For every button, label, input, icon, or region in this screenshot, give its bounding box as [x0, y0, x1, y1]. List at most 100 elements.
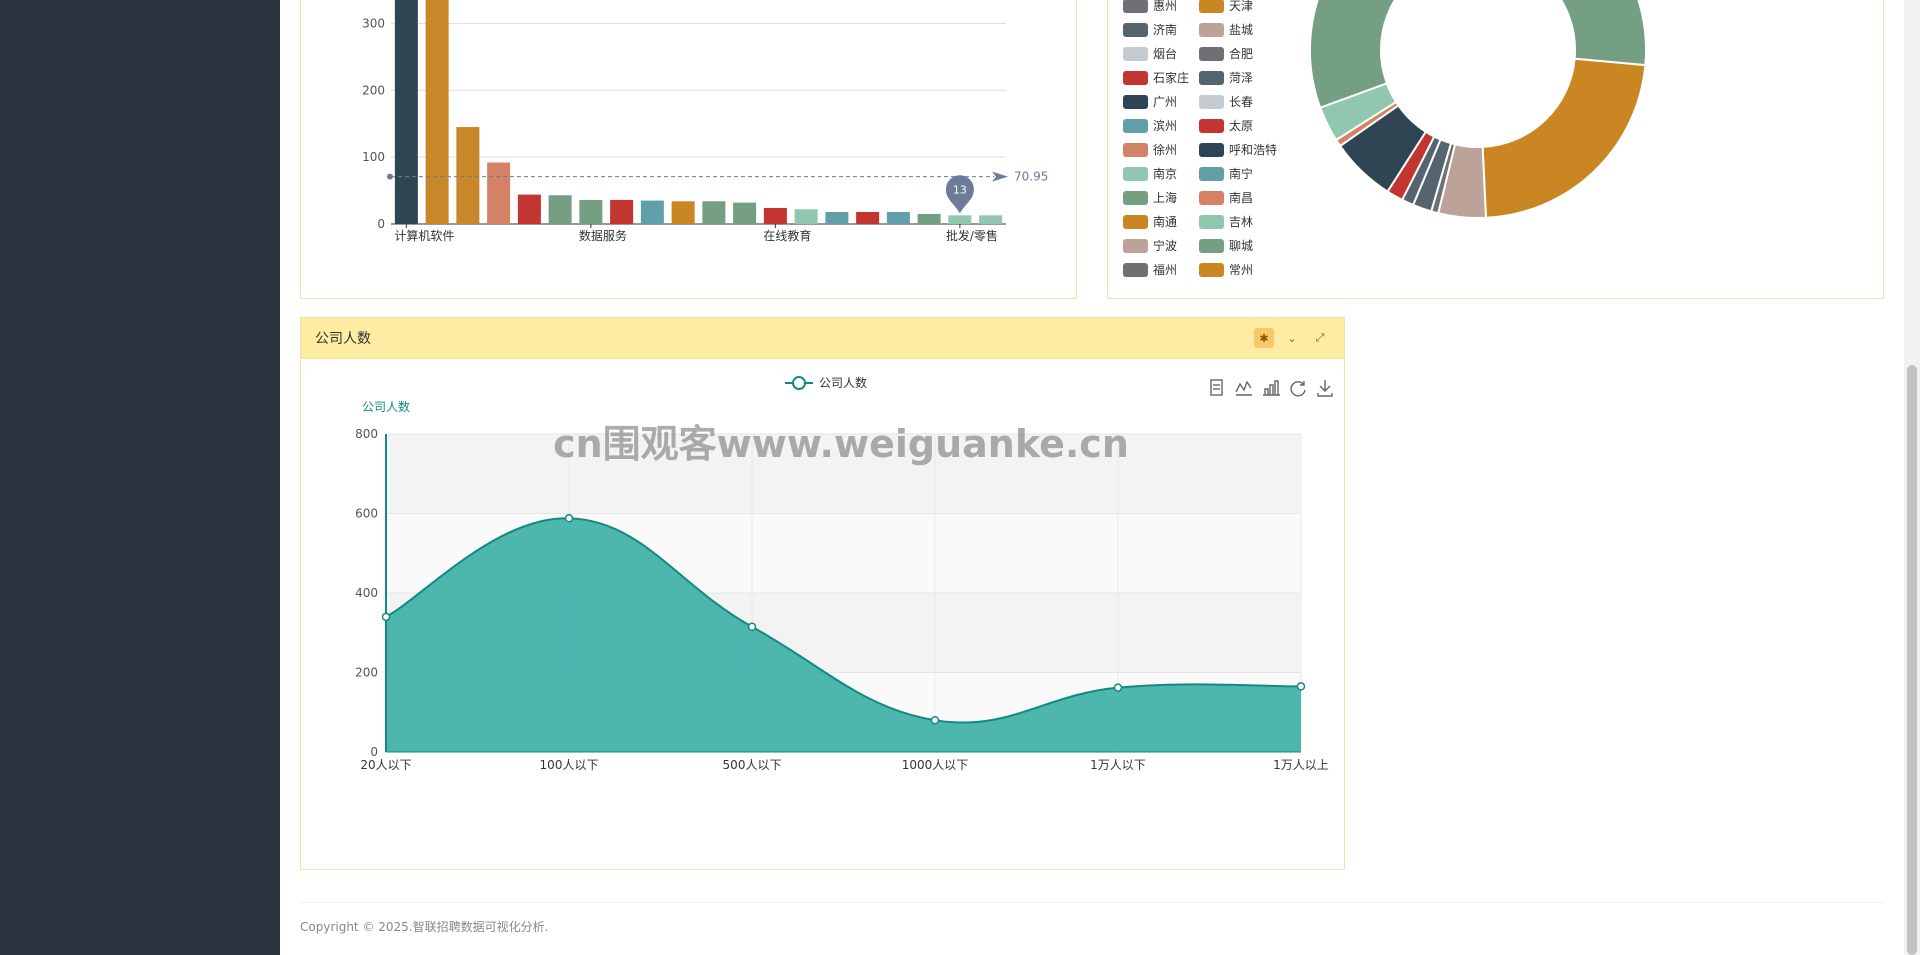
bar — [886, 211, 910, 224]
legend-label: 徐州 — [1153, 142, 1177, 157]
legend-label: 惠州 — [1153, 0, 1177, 13]
x-tick-label: 100人以下 — [540, 758, 599, 772]
bar — [917, 213, 941, 224]
y-tick-label: 200 — [355, 666, 378, 680]
x-tick-label: 500人以下 — [723, 758, 782, 772]
legend-swatch — [1123, 71, 1148, 85]
icon-part — [1290, 381, 1306, 397]
legend-label: 常州 — [1229, 263, 1253, 277]
legend-label: 南通 — [1153, 214, 1177, 229]
data-view-icon[interactable] — [1210, 379, 1223, 396]
main-content: 0 100 200 300 计算机软件 数据服务 在线教育 批发/零售 70.95 13 惠州 天津… — [280, 0, 1904, 955]
legend-label: 南宁 — [1229, 166, 1253, 181]
city-donut-chart: 惠州 天津济南 盐城烟台 合肥石家庄 菏泽广州 长春滨州 太原徐州 呼和浩特南京 南宁上海 南昌南… — [1123, 0, 1647, 277]
y-axis-name: 公司人数 — [362, 399, 410, 414]
pie-slice — [1559, 0, 1647, 67]
legend-swatch — [1199, 95, 1224, 109]
panel-header: 公司人数 ✱ ⌄ ⤢ — [301, 318, 1344, 359]
legend-swatch — [1123, 0, 1148, 13]
x-tick-label: 在线教育 — [763, 228, 811, 243]
legend-swatch — [1199, 119, 1224, 133]
bar — [979, 215, 1003, 224]
bar — [425, 0, 449, 224]
legend-swatch — [1123, 263, 1148, 277]
page-scrollbar[interactable] — [1904, 0, 1920, 955]
y-tick-label: 300 — [362, 16, 385, 30]
footer-copyright: Copyright © 2025.智联招聘数据可视化分析. — [300, 920, 549, 934]
legend-label: 南昌 — [1229, 190, 1253, 205]
bar-chart-icon[interactable] — [1263, 380, 1280, 396]
y-tick-label: 400 — [355, 586, 378, 600]
refresh-icon[interactable] — [1290, 381, 1306, 397]
bar — [794, 209, 818, 224]
company-size-panel: 公司人数 ✱ ⌄ ⤢ 公司人数 公司人数 0 200 400 600 800 20人以下 100… — [300, 317, 1345, 870]
legend-swatch — [1199, 71, 1224, 85]
legend-label: 天津 — [1229, 0, 1253, 13]
legend-swatch — [1123, 23, 1148, 37]
x-tick-label: 20人以下 — [360, 758, 411, 772]
line-chart-icon[interactable] — [1235, 380, 1252, 396]
y-tick-label: 100 — [362, 150, 385, 164]
legend-swatch — [1199, 215, 1224, 229]
expand-icon[interactable]: ⤢ — [1310, 328, 1330, 348]
markline-arrow — [992, 171, 1008, 182]
legend-symbol — [792, 376, 806, 390]
settings-icon[interactable]: ✱ — [1254, 328, 1274, 348]
bar — [394, 0, 418, 224]
data-point — [564, 514, 574, 523]
legend-label: 菏泽 — [1229, 71, 1253, 85]
bar — [487, 162, 511, 224]
industry-bar-panel: 0 100 200 300 计算机软件 数据服务 在线教育 批发/零售 70.95 13 — [300, 0, 1077, 299]
panel-title: 公司人数 — [315, 331, 371, 347]
legend-label: 石家庄 — [1153, 70, 1189, 85]
company-size-area-chart: 公司人数公司人数020040060080020人以下 100人以下 500人以下 10… — [355, 375, 1333, 772]
legend-label: 太原 — [1229, 118, 1253, 133]
bar — [733, 202, 757, 224]
x-tick-label: 1万人以下 — [1090, 758, 1146, 772]
legend-label: 广州 — [1153, 95, 1177, 109]
legend-label: 宁波 — [1153, 238, 1177, 253]
icon-part — [1317, 380, 1333, 397]
x-tick-label: 数据服务 — [579, 228, 627, 243]
bar — [763, 207, 787, 224]
legend-label: 济南 — [1153, 22, 1177, 37]
data-point — [381, 612, 391, 622]
chevron-down-icon[interactable]: ⌄ — [1282, 328, 1302, 348]
data-point — [1113, 683, 1123, 692]
x-tick-label: 批发/零售 — [946, 228, 998, 243]
bar — [671, 201, 695, 224]
legend-swatch — [1123, 167, 1148, 181]
icon-part — [1235, 380, 1252, 396]
data-point — [747, 622, 757, 632]
legend-swatch — [1199, 191, 1224, 205]
legend-label: 南京 — [1153, 166, 1177, 181]
data-point — [930, 715, 940, 725]
y-tick-label: 600 — [355, 507, 378, 521]
legend-swatch — [1199, 0, 1224, 13]
legend-label: 公司人数 — [819, 375, 867, 390]
download-icon[interactable] — [1317, 380, 1333, 397]
legend-swatch — [1123, 119, 1148, 133]
legend-label: 吉林 — [1229, 215, 1253, 229]
watermark: cn围观客www.weiguanke.cn — [553, 422, 1129, 466]
city-pie-panel: 惠州 天津 济南 盐城 烟台 合肥 石家庄 菏泽 广州 长春 滨州 太原 徐州 呼和浩特 南京 南宁 上海 南昌南… — [1107, 0, 1884, 299]
x-tick-label: 计算机软件 — [394, 228, 454, 243]
y-tick-label: 800 — [355, 427, 378, 441]
bar — [548, 195, 572, 224]
bar — [825, 211, 849, 224]
bar — [640, 200, 664, 224]
sidebar — [0, 0, 280, 955]
scrollbar-thumb[interactable] — [1907, 365, 1917, 955]
legend-swatch — [1199, 239, 1224, 253]
legend-label: 烟台 — [1153, 46, 1177, 61]
legend-label: 呼和浩特 — [1229, 142, 1277, 157]
legend-label: 上海 — [1153, 190, 1177, 205]
bar — [610, 199, 634, 224]
x-tick-label: 1000人以下 — [902, 758, 969, 772]
legend-swatch — [1199, 143, 1224, 157]
legend-label: 聊城 — [1229, 239, 1253, 253]
legend-swatch — [1199, 47, 1224, 61]
legend-label: 福州 — [1153, 262, 1177, 277]
bar — [856, 211, 880, 224]
footer-divider — [300, 902, 1884, 903]
